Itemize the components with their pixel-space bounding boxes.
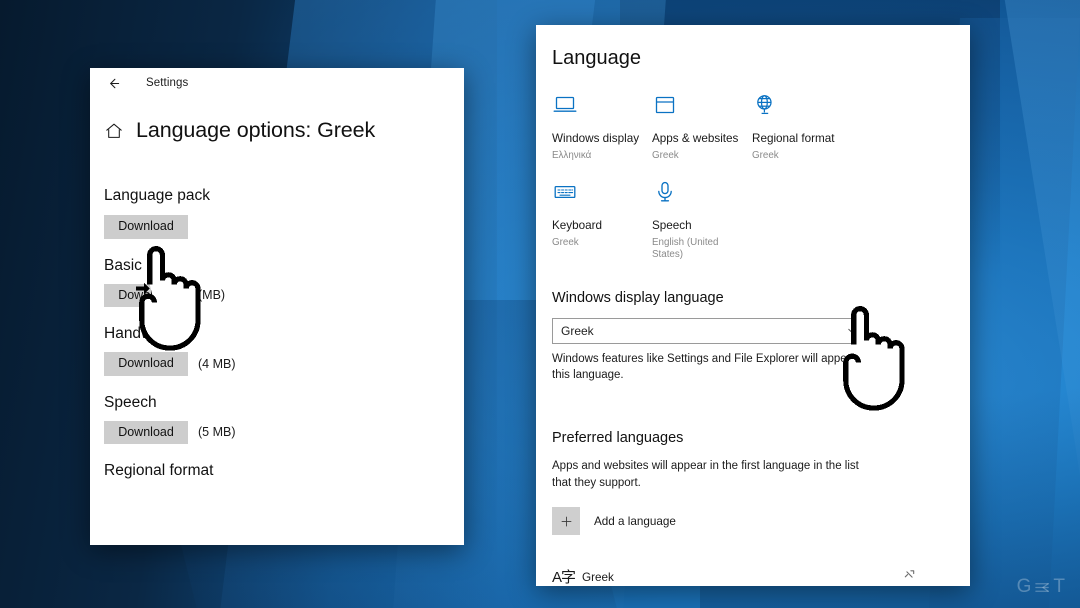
heading-preferred-languages: Preferred languages: [552, 429, 684, 446]
settings-window-language: Language Windows display Ελληνικά Apps &…: [536, 25, 970, 586]
display-language-dropdown[interactable]: Greek: [552, 317, 867, 344]
section-heading-language-pack: Language pack: [104, 187, 211, 204]
section-heading-basic: Basic: [104, 256, 142, 274]
tile-sub-regional-format: Greek: [752, 150, 779, 162]
page-title: Language options: Greek: [136, 118, 376, 142]
right-page-title: Language: [552, 47, 641, 69]
size-note-handwriting: (4 MB): [198, 356, 236, 371]
download-row-handwriting: Download (4 MB): [104, 352, 464, 376]
section-regional-format: Regional format: [90, 462, 464, 480]
tile-speech[interactable]: Speech English (United States): [652, 179, 752, 262]
section-language-pack: Language pack Download: [90, 187, 464, 239]
settings-window-language-options: Settings Language options: Greek Languag…: [90, 68, 464, 545]
laptop-icon: [552, 92, 652, 127]
tile-label-keyboard: Keyboard: [552, 218, 603, 232]
size-note-basic: (MB): [198, 288, 226, 303]
microphone-icon: [652, 179, 752, 214]
left-window-app-title: Settings: [146, 77, 189, 89]
left-window-titlebar: Settings: [90, 68, 464, 98]
tile-label-windows-display: Windows display: [552, 132, 640, 145]
display-language-icon: [903, 568, 916, 586]
tile-windows-display[interactable]: Windows display Ελληνικά: [552, 92, 652, 163]
back-arrow-icon[interactable]: [102, 72, 124, 94]
screenshot-stage: Settings Language options: Greek Languag…: [0, 0, 1080, 608]
heading-windows-display-language: Windows display language: [552, 289, 724, 306]
tile-sub-speech: English (United States): [652, 237, 719, 261]
section-heading-regional-format: Regional format: [104, 462, 214, 479]
plus-icon: [552, 507, 580, 536]
download-button-handwriting[interactable]: Download: [104, 352, 188, 376]
download-button-language-pack[interactable]: Download: [104, 215, 188, 239]
watermark-text-after: T: [1053, 576, 1066, 597]
section-handwriting: Handwriting Download (4 MB): [90, 325, 464, 376]
watermark-logo: G T: [1017, 576, 1066, 598]
add-a-language-label: Add a language: [594, 514, 676, 528]
home-icon[interactable]: [104, 121, 124, 141]
tile-sub-windows-display: Ελληνικά: [552, 150, 592, 162]
download-row-basic: Download (MB): [104, 283, 464, 307]
display-language-helper-text: Windows features like Settings and File …: [552, 352, 870, 382]
language-script-icon: A字: [552, 568, 576, 586]
watermark-text-before: G: [1016, 576, 1033, 597]
tile-keyboard[interactable]: Keyboard Greek: [552, 179, 652, 262]
right-window-body: Language Windows display Ελληνικά Apps &…: [536, 25, 970, 586]
wave-lines-icon: [1034, 579, 1051, 596]
language-name: Greek: [582, 570, 614, 584]
preferred-languages-helper-text: Apps and websites will appear in the fir…: [552, 459, 859, 489]
section-heading-speech: Speech: [104, 393, 157, 411]
tile-label-speech: Speech: [652, 218, 692, 232]
tile-sub-keyboard: Greek: [552, 237, 579, 249]
tile-label-regional-format: Regional format: [752, 132, 835, 145]
download-button-speech[interactable]: Download: [104, 420, 188, 444]
download-row-language-pack: Download: [104, 215, 464, 239]
globe-icon: [752, 92, 882, 127]
tile-label-apps-websites: Apps & websites: [652, 132, 739, 145]
size-note-speech: (5 MB): [198, 425, 236, 440]
language-summary-tiles: Windows display Ελληνικά Apps & websites…: [552, 92, 970, 262]
left-page-header: Language options: Greek: [90, 118, 464, 143]
tile-sub-apps-websites: Greek: [652, 150, 679, 162]
list-item[interactable]: A字 Greek: [552, 557, 952, 586]
browser-icon: [652, 92, 752, 127]
left-window-body: Language options: Greek Language pack Do…: [90, 98, 464, 480]
language-capability-icons: [903, 568, 952, 586]
tile-apps-websites[interactable]: Apps & websites Greek: [652, 92, 752, 163]
download-button-basic[interactable]: Download: [104, 283, 188, 307]
section-heading-handwriting: Handwriting: [104, 325, 186, 342]
section-speech: Speech Download (5 MB): [90, 393, 464, 444]
keyboard-icon: [552, 179, 652, 214]
download-row-speech: Download (5 MB): [104, 420, 464, 444]
tile-regional-format[interactable]: Regional format Greek: [752, 92, 882, 163]
display-language-selected-value: Greek: [561, 323, 594, 338]
section-basic: Basic Download (MB): [90, 256, 464, 307]
add-a-language-button[interactable]: Add a language: [552, 507, 970, 536]
